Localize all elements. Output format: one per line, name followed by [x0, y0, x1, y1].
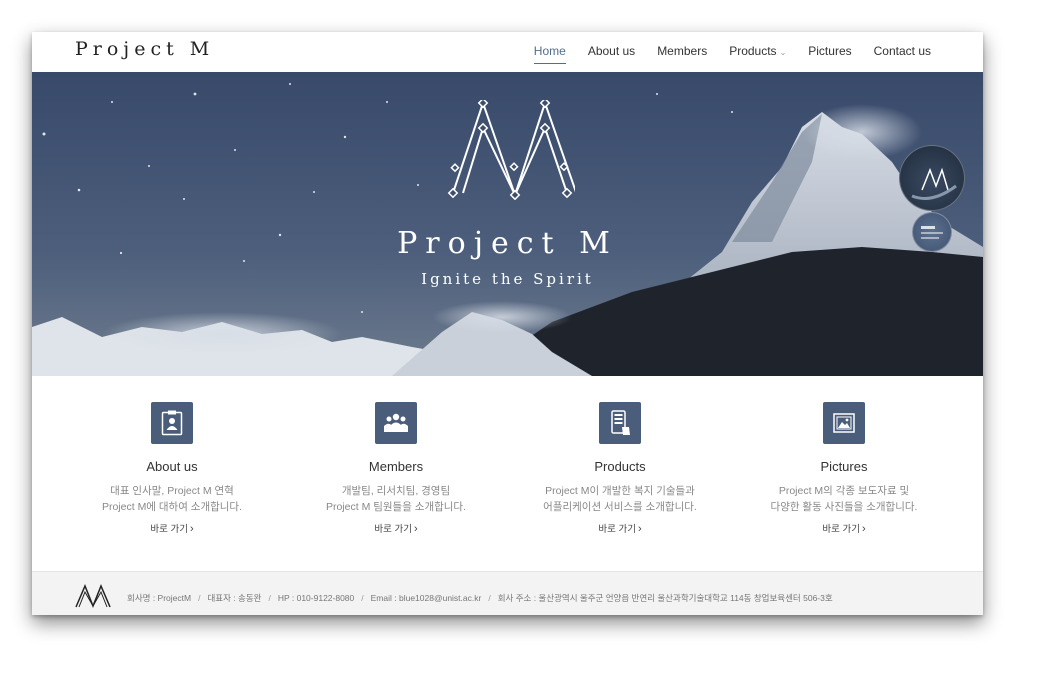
nav-products[interactable]: Products ⌄	[729, 44, 786, 64]
footer-separator: /	[268, 593, 271, 603]
footer-ceo: 대표자 : 송동완	[207, 593, 262, 603]
team-icon[interactable]	[375, 402, 417, 444]
footer-phone: HP : 010-9122-8080	[277, 593, 355, 603]
feature-description: 개발팀, 리서치팀, 경영팀 Project M 팀원들을 소개합니다.	[325, 485, 467, 513]
site-header: Project M Home About us Members Products…	[32, 32, 983, 72]
nav-members[interactable]: Members	[657, 44, 707, 64]
picture-icon[interactable]	[823, 402, 865, 444]
mobile-device-icon[interactable]	[599, 402, 641, 444]
hero-subtitle: Ignite the Spirit	[421, 270, 594, 288]
feature-link-label: 바로 가기	[822, 524, 860, 535]
feature-link-label: 바로 가기	[598, 524, 636, 535]
footer-company: 회사명 : ProjectM	[127, 593, 192, 603]
feature-title: About us	[146, 459, 198, 474]
nav-products-label: Products	[729, 44, 777, 58]
footer-separator: /	[198, 593, 201, 603]
feature-about-us: About us 대표 인사말, Project M 연혁 Project M에…	[60, 402, 284, 535]
chevron-right-icon: ›	[413, 523, 418, 535]
chevron-down-icon: ⌄	[779, 48, 787, 57]
main-nav: Home About us Members Products ⌄ Pictures…	[512, 44, 931, 64]
slide-thumbnail-2[interactable]	[912, 212, 952, 252]
project-m-logo-icon	[447, 100, 575, 200]
feature-link-label: 바로 가기	[374, 524, 412, 535]
feature-description: Project M이 개발한 복지 기술들과 어플리케이션 서비스를 소개합니다…	[543, 485, 697, 513]
nav-about-us[interactable]: About us	[588, 44, 635, 64]
feature-link-label: 바로 가기	[150, 524, 188, 535]
feature-section: About us 대표 인사말, Project M 연혁 Project M에…	[32, 376, 983, 571]
feature-title: Members	[368, 459, 424, 474]
footer-separator: /	[361, 593, 364, 603]
chevron-right-icon: ›	[861, 523, 866, 535]
footer-logo-icon	[75, 584, 111, 608]
slide-thumbnail-1[interactable]	[899, 145, 965, 211]
feature-description: Project M의 각종 보도자료 및 다양한 활동 사진들을 소개합니다.	[770, 485, 918, 513]
feature-link-products[interactable]: 바로 가기 ›	[508, 521, 732, 535]
hero-title: Project M	[397, 226, 618, 261]
chevron-right-icon: ›	[189, 523, 194, 535]
nav-home[interactable]: Home	[533, 44, 566, 64]
feature-link-pictures[interactable]: 바로 가기 ›	[732, 521, 956, 535]
feature-pictures: Pictures Project M의 각종 보도자료 및 다양한 활동 사진들…	[732, 402, 956, 535]
slide-thumbnail-icon	[921, 226, 943, 239]
footer-company-info: 회사명 : ProjectM / 대표자 : 송동완 / HP : 010-9122-8…	[127, 592, 833, 604]
feature-link-about-us[interactable]: 바로 가기 ›	[60, 521, 284, 535]
feature-members: Members 개발팀, 리서치팀, 경영팀 Project M 팀원들을 소개…	[284, 402, 508, 535]
chevron-right-icon: ›	[637, 523, 642, 535]
logo-thumbnail-icon	[911, 167, 957, 200]
page: Project M Home About us Members Products…	[32, 32, 983, 615]
feature-title: Products	[594, 459, 646, 474]
nav-contact-us[interactable]: Contact us	[874, 44, 931, 64]
brand-logo[interactable]: Project M	[75, 38, 214, 60]
nav-pictures[interactable]: Pictures	[808, 44, 851, 64]
feature-link-members[interactable]: 바로 가기 ›	[284, 521, 508, 535]
feature-description: 대표 인사말, Project M 연혁 Project M에 대하여 소개합니…	[101, 485, 243, 513]
footer-separator: /	[488, 593, 491, 603]
clipboard-user-icon[interactable]	[151, 402, 193, 444]
footer-email[interactable]: Email : blue1028@unist.ac.kr	[371, 593, 482, 603]
feature-products: Products Project M이 개발한 복지 기술들과 어플리케이션 서…	[508, 402, 732, 535]
site-footer: 회사명 : ProjectM / 대표자 : 송동완 / HP : 010-9122-8…	[32, 571, 983, 615]
hero-banner: Project M Ignite the Spirit	[32, 72, 983, 376]
footer-address: 회사 주소 : 울산광역시 울주군 언양읍 반연리 울산과학기술대학교 114동…	[497, 593, 833, 603]
feature-title: Pictures	[820, 459, 868, 474]
